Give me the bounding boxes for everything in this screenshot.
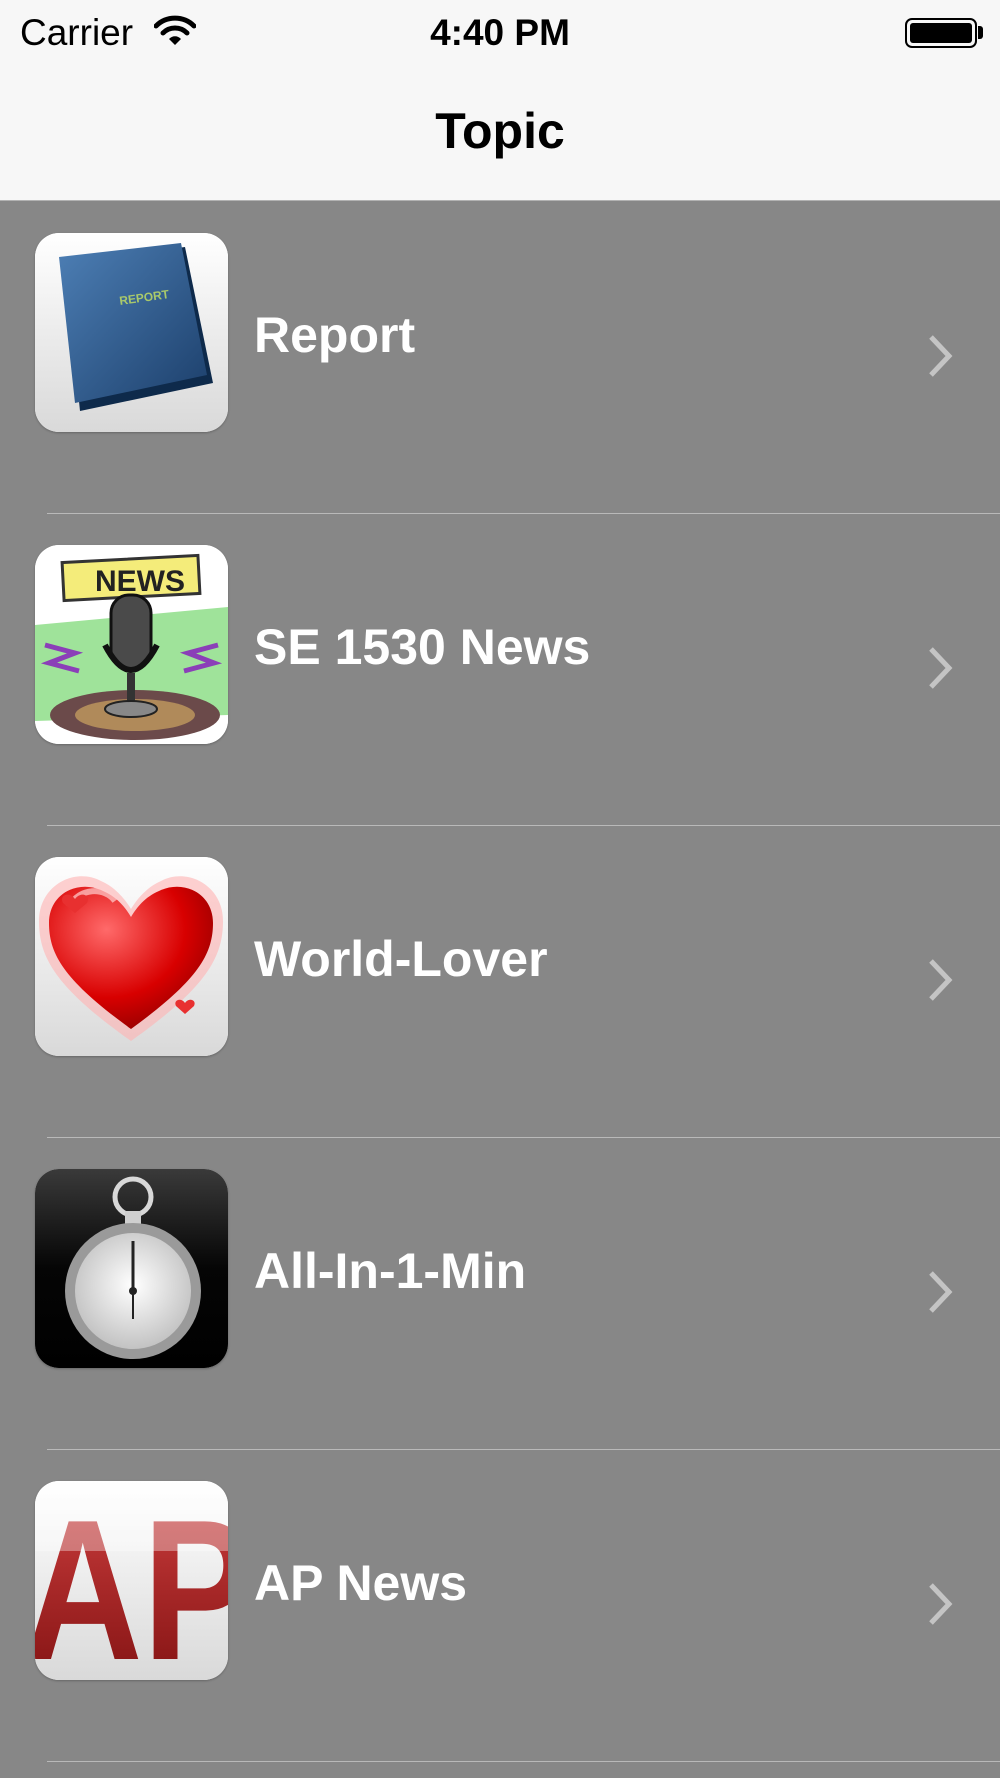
chevron-right-icon [929,1271,953,1313]
page-title: Topic [435,103,565,159]
chevron-right-icon [929,335,953,377]
topic-label: World-Lover [254,931,548,987]
row-separator [47,1761,1000,1762]
battery-tip [978,26,983,39]
topic-row-world-lover[interactable]: World-Lover [0,826,1000,1138]
heart-icon [35,857,228,1056]
chevron-right-icon [929,647,953,689]
news-icon-text: NEWS [95,565,185,598]
ap-logo-icon: AP [35,1481,228,1680]
status-bar: Carrier 4:40 PM [0,0,1000,68]
topic-label: SE 1530 News [254,619,591,675]
topic-row-ap-news[interactable]: AP AP News [0,1450,1000,1762]
battery-icon [905,18,977,48]
stopwatch-icon [35,1169,228,1368]
topic-label: Report [254,307,416,363]
topic-row-se-1530-news[interactable]: NEWS SE 1530 News [0,514,1000,826]
status-time: 4:40 PM [430,12,570,53]
chevron-right-icon [929,959,953,1001]
topic-row-all-in-1-min[interactable]: All-In-1-Min [0,1138,1000,1450]
chevron-right-icon [929,1583,953,1625]
news-microphone-icon: NEWS [35,545,228,744]
topic-row-report[interactable]: REPORT Report [0,202,1000,514]
topic-label: All-In-1-Min [254,1243,527,1299]
report-book-icon: REPORT [35,233,228,432]
topic-list: REPORT Report NEWS SE 1530 News World-Lo… [0,202,1000,1762]
navigation-bar: Topic [0,68,1000,201]
topic-label: AP News [254,1555,468,1611]
